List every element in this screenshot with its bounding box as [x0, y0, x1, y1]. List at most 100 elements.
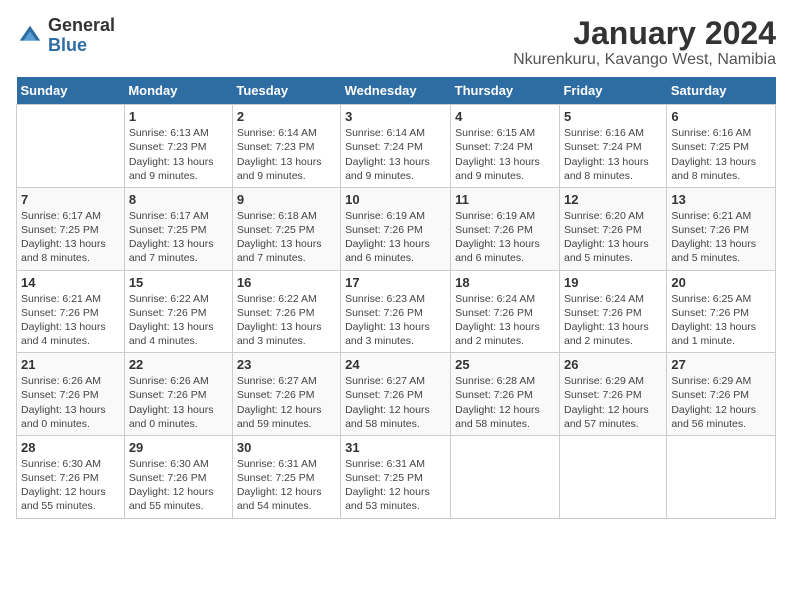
- day-number: 2: [237, 109, 336, 124]
- day-info: Sunrise: 6:16 AMSunset: 7:25 PMDaylight:…: [671, 126, 771, 183]
- day-info: Sunrise: 6:26 AMSunset: 7:26 PMDaylight:…: [21, 374, 120, 431]
- day-number: 10: [345, 192, 446, 207]
- day-info: Sunrise: 6:19 AMSunset: 7:26 PMDaylight:…: [345, 209, 446, 266]
- day-number: 1: [129, 109, 228, 124]
- calendar-cell: 26 Sunrise: 6:29 AMSunset: 7:26 PMDayligh…: [559, 353, 666, 436]
- day-number: 26: [564, 357, 662, 372]
- day-info: Sunrise: 6:31 AMSunset: 7:25 PMDaylight:…: [345, 457, 446, 514]
- calendar-cell: 8 Sunrise: 6:17 AMSunset: 7:25 PMDaylight…: [124, 187, 232, 270]
- title-block: January 2024 Nkurenkuru, Kavango West, N…: [513, 16, 776, 69]
- day-info: Sunrise: 6:31 AMSunset: 7:25 PMDaylight:…: [237, 457, 336, 514]
- day-info: Sunrise: 6:24 AMSunset: 7:26 PMDaylight:…: [455, 292, 555, 349]
- logo-general: General: [48, 15, 115, 35]
- day-info: Sunrise: 6:30 AMSunset: 7:26 PMDaylight:…: [129, 457, 228, 514]
- calendar-week-row: 7 Sunrise: 6:17 AMSunset: 7:25 PMDaylight…: [17, 187, 776, 270]
- calendar-table: SundayMondayTuesdayWednesdayThursdayFrid…: [16, 77, 776, 518]
- calendar-cell: [559, 435, 666, 518]
- day-number: 21: [21, 357, 120, 372]
- day-number: 3: [345, 109, 446, 124]
- day-number: 24: [345, 357, 446, 372]
- calendar-cell: 24 Sunrise: 6:27 AMSunset: 7:26 PMDayligh…: [341, 353, 451, 436]
- day-number: 27: [671, 357, 771, 372]
- calendar-cell: 5Sunrise: 6:16 AMSunset: 7:24 PMDaylight…: [559, 105, 666, 188]
- day-info: Sunrise: 6:19 AMSunset: 7:26 PMDaylight:…: [455, 209, 555, 266]
- logo: General Blue: [16, 16, 115, 56]
- day-number: 23: [237, 357, 336, 372]
- calendar-cell: [451, 435, 560, 518]
- calendar-week-row: 28Sunrise: 6:30 AMSunset: 7:26 PMDayligh…: [17, 435, 776, 518]
- day-info: Sunrise: 6:28 AMSunset: 7:26 PMDaylight:…: [455, 374, 555, 431]
- weekday-header-monday: Monday: [124, 77, 232, 105]
- calendar-cell: 7 Sunrise: 6:17 AMSunset: 7:25 PMDaylight…: [17, 187, 125, 270]
- day-info: Sunrise: 6:15 AMSunset: 7:24 PMDaylight:…: [455, 126, 555, 183]
- day-number: 29: [129, 440, 228, 455]
- calendar-week-row: 14Sunrise: 6:21 AMSunset: 7:26 PMDayligh…: [17, 270, 776, 353]
- calendar-week-row: 1 Sunrise: 6:13 AMSunset: 7:23 PMDaylight…: [17, 105, 776, 188]
- calendar-cell: 15Sunrise: 6:22 AMSunset: 7:26 PMDayligh…: [124, 270, 232, 353]
- day-number: 12: [564, 192, 662, 207]
- day-number: 4: [455, 109, 555, 124]
- calendar-cell: 10 Sunrise: 6:19 AMSunset: 7:26 PMDayligh…: [341, 187, 451, 270]
- day-number: 8: [129, 192, 228, 207]
- calendar-cell: 11 Sunrise: 6:19 AMSunset: 7:26 PMDayligh…: [451, 187, 560, 270]
- day-info: Sunrise: 6:27 AMSunset: 7:26 PMDaylight:…: [345, 374, 446, 431]
- day-info: Sunrise: 6:22 AMSunset: 7:26 PMDaylight:…: [129, 292, 228, 349]
- page-header: General Blue January 2024 Nkurenkuru, Ka…: [16, 16, 776, 69]
- calendar-cell: 28Sunrise: 6:30 AMSunset: 7:26 PMDayligh…: [17, 435, 125, 518]
- calendar-cell: 22Sunrise: 6:26 AMSunset: 7:26 PMDayligh…: [124, 353, 232, 436]
- calendar-cell: 21 Sunrise: 6:26 AMSunset: 7:26 PMDayligh…: [17, 353, 125, 436]
- calendar-cell: 31 Sunrise: 6:31 AMSunset: 7:25 PMDayligh…: [341, 435, 451, 518]
- day-number: 13: [671, 192, 771, 207]
- day-info: Sunrise: 6:16 AMSunset: 7:24 PMDaylight:…: [564, 126, 662, 183]
- day-info: Sunrise: 6:17 AMSunset: 7:25 PMDaylight:…: [21, 209, 120, 266]
- calendar-cell: [17, 105, 125, 188]
- day-number: 7: [21, 192, 120, 207]
- logo-icon: [16, 22, 44, 50]
- calendar-cell: 9 Sunrise: 6:18 AMSunset: 7:25 PMDaylight…: [232, 187, 340, 270]
- calendar-cell: [667, 435, 776, 518]
- page-title: January 2024: [513, 16, 776, 51]
- calendar-cell: 1 Sunrise: 6:13 AMSunset: 7:23 PMDaylight…: [124, 105, 232, 188]
- calendar-cell: 18Sunrise: 6:24 AMSunset: 7:26 PMDayligh…: [451, 270, 560, 353]
- day-number: 6: [671, 109, 771, 124]
- weekday-header-row: SundayMondayTuesdayWednesdayThursdayFrid…: [17, 77, 776, 105]
- day-number: 17: [345, 275, 446, 290]
- calendar-cell: 14Sunrise: 6:21 AMSunset: 7:26 PMDayligh…: [17, 270, 125, 353]
- calendar-cell: 23Sunrise: 6:27 AMSunset: 7:26 PMDayligh…: [232, 353, 340, 436]
- day-info: Sunrise: 6:13 AMSunset: 7:23 PMDaylight:…: [129, 126, 228, 183]
- day-number: 25: [455, 357, 555, 372]
- day-info: Sunrise: 6:21 AMSunset: 7:26 PMDaylight:…: [21, 292, 120, 349]
- calendar-cell: 12 Sunrise: 6:20 AMSunset: 7:26 PMDayligh…: [559, 187, 666, 270]
- calendar-cell: 20Sunrise: 6:25 AMSunset: 7:26 PMDayligh…: [667, 270, 776, 353]
- day-number: 19: [564, 275, 662, 290]
- day-info: Sunrise: 6:14 AMSunset: 7:23 PMDaylight:…: [237, 126, 336, 183]
- day-info: Sunrise: 6:18 AMSunset: 7:25 PMDaylight:…: [237, 209, 336, 266]
- day-number: 30: [237, 440, 336, 455]
- weekday-header-saturday: Saturday: [667, 77, 776, 105]
- calendar-cell: 25 Sunrise: 6:28 AMSunset: 7:26 PMDayligh…: [451, 353, 560, 436]
- weekday-header-friday: Friday: [559, 77, 666, 105]
- day-info: Sunrise: 6:24 AMSunset: 7:26 PMDaylight:…: [564, 292, 662, 349]
- calendar-cell: 4 Sunrise: 6:15 AMSunset: 7:24 PMDaylight…: [451, 105, 560, 188]
- day-info: Sunrise: 6:21 AMSunset: 7:26 PMDaylight:…: [671, 209, 771, 266]
- day-number: 11: [455, 192, 555, 207]
- calendar-cell: 3 Sunrise: 6:14 AMSunset: 7:24 PMDaylight…: [341, 105, 451, 188]
- day-info: Sunrise: 6:20 AMSunset: 7:26 PMDaylight:…: [564, 209, 662, 266]
- calendar-cell: 19 Sunrise: 6:24 AMSunset: 7:26 PMDayligh…: [559, 270, 666, 353]
- calendar-cell: 2 Sunrise: 6:14 AMSunset: 7:23 PMDaylight…: [232, 105, 340, 188]
- weekday-header-wednesday: Wednesday: [341, 77, 451, 105]
- weekday-header-thursday: Thursday: [451, 77, 560, 105]
- day-number: 31: [345, 440, 446, 455]
- day-info: Sunrise: 6:25 AMSunset: 7:26 PMDaylight:…: [671, 292, 771, 349]
- calendar-cell: 27 Sunrise: 6:29 AMSunset: 7:26 PMDayligh…: [667, 353, 776, 436]
- day-number: 9: [237, 192, 336, 207]
- day-info: Sunrise: 6:29 AMSunset: 7:26 PMDaylight:…: [671, 374, 771, 431]
- calendar-cell: 17Sunrise: 6:23 AMSunset: 7:26 PMDayligh…: [341, 270, 451, 353]
- page-subtitle: Nkurenkuru, Kavango West, Namibia: [513, 51, 776, 69]
- calendar-cell: 29 Sunrise: 6:30 AMSunset: 7:26 PMDayligh…: [124, 435, 232, 518]
- logo-blue: Blue: [48, 35, 87, 55]
- day-info: Sunrise: 6:14 AMSunset: 7:24 PMDaylight:…: [345, 126, 446, 183]
- day-info: Sunrise: 6:30 AMSunset: 7:26 PMDaylight:…: [21, 457, 120, 514]
- day-info: Sunrise: 6:17 AMSunset: 7:25 PMDaylight:…: [129, 209, 228, 266]
- day-info: Sunrise: 6:29 AMSunset: 7:26 PMDaylight:…: [564, 374, 662, 431]
